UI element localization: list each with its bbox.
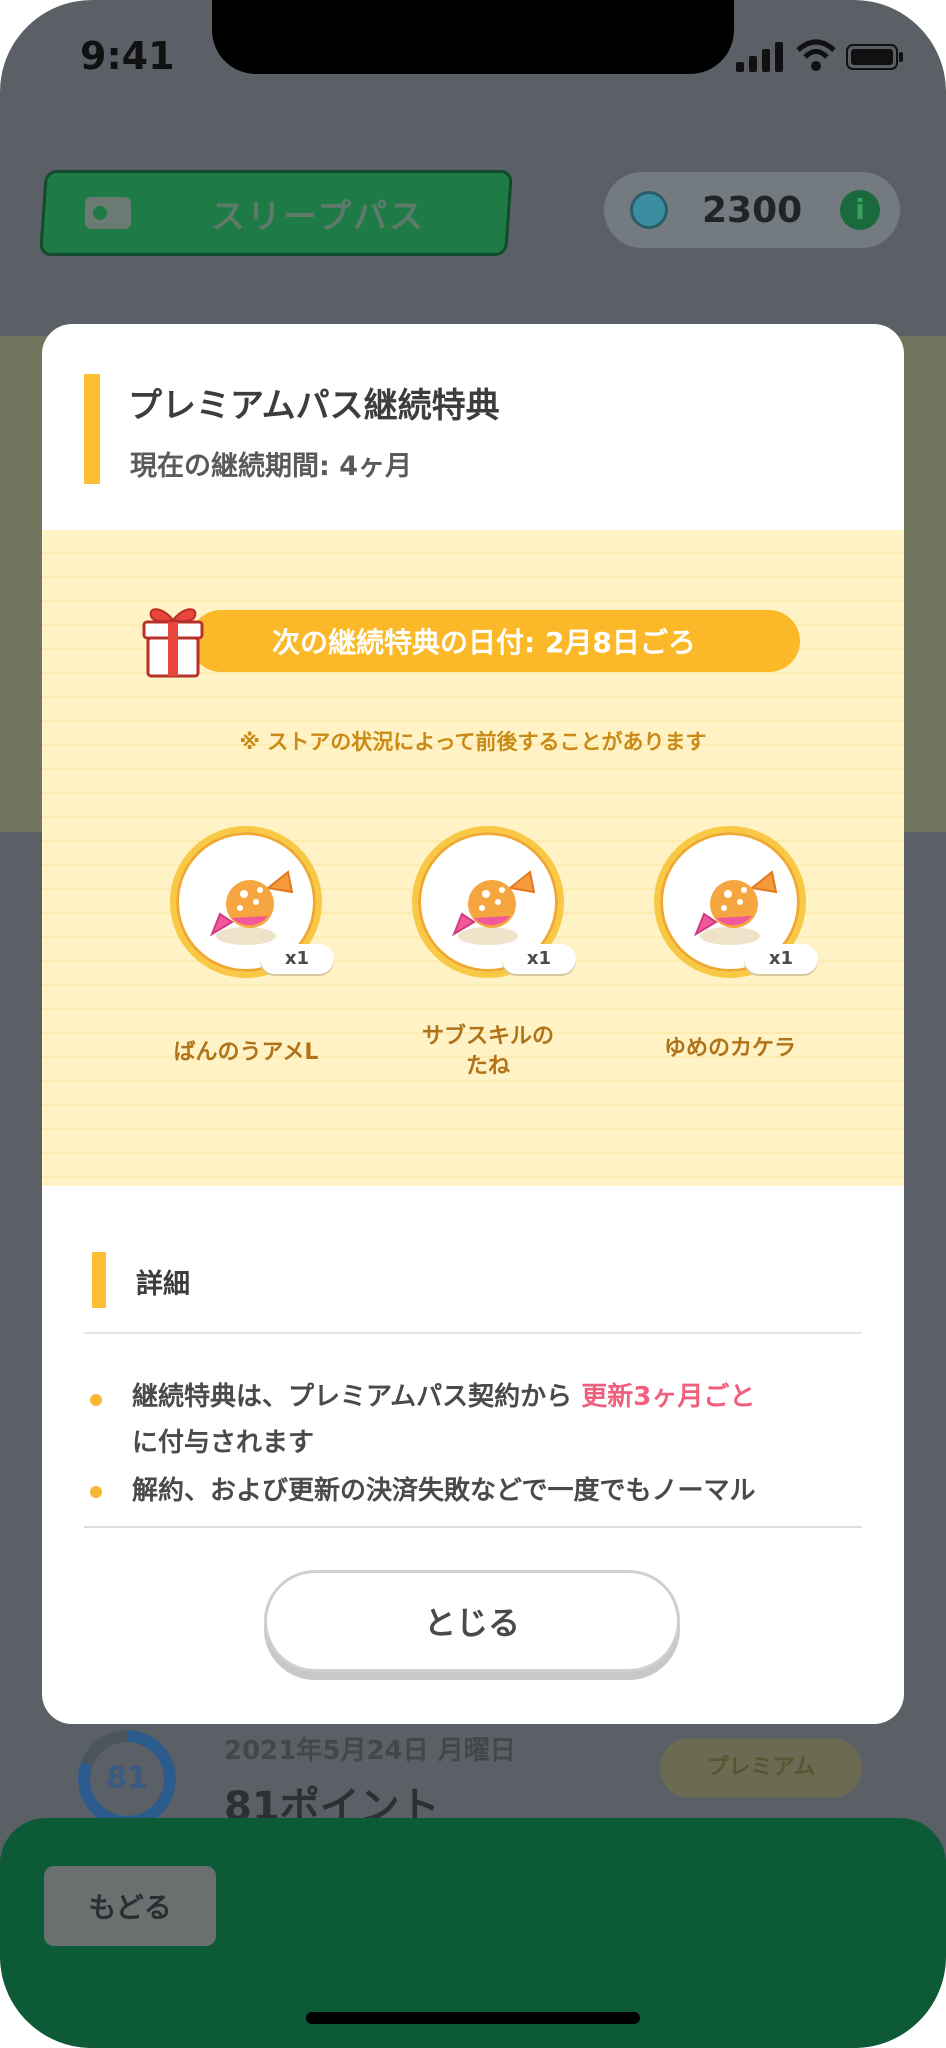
reward-item: x1 ゆめのカケラ [594, 826, 834, 1106]
battery-icon [846, 44, 903, 70]
notch [212, 0, 734, 74]
modal-header: プレミアムパス継続特典 現在の継続期間: 4ヶ月 [42, 324, 904, 530]
reward-item: x1 サブスキルの たね [352, 826, 592, 1106]
rewards-panel: 次の継続特典の日付: 2月8日ごろ ※ ストアの状況によって前後することがありま… [42, 530, 904, 1186]
notice-text: ※ ストアの状況によって前後することがあります [239, 730, 707, 754]
reward-name: ゆめのカケラ [663, 1036, 796, 1061]
score-ring: 81 [78, 1730, 176, 1828]
modal-footer-divider [84, 1526, 862, 1528]
signal-icon [736, 42, 783, 72]
status-bar: 9:41 [0, 0, 946, 120]
status-time: 9:41 [80, 34, 175, 78]
bullet-dot [90, 1394, 102, 1406]
details-title: 詳細 [136, 1269, 190, 1300]
sleep-pass-banner[interactable]: スリープパス [38, 170, 514, 256]
detail-line-continued: に付与されます [132, 1428, 315, 1458]
close-button[interactable]: とじる [264, 1570, 680, 1672]
details-section[interactable]: 詳細 継続特典は、プレミアムパス契約から 更新3ヶ月ごと に付与されます 解約、… [42, 1186, 904, 1508]
premium-pass-modal: プレミアムパス継続特典 現在の継続期間: 4ヶ月 次の継続特典の日付: 2月8日… [42, 324, 904, 1724]
sleep-pass-label: スリープパス [211, 196, 425, 237]
header-accent-bar [84, 374, 100, 484]
candy-icon [693, 870, 778, 945]
gem-icon [630, 191, 668, 229]
reward-name: ばんのうアメL [173, 1040, 319, 1065]
premium-badge: プレミアム [660, 1738, 862, 1798]
reward-item: x1 ばんのうアメL [110, 826, 350, 1106]
detail-1-text: 継続特典は、プレミアムパス契約から [132, 1382, 573, 1412]
next-date-text: 次の継続特典の日付: 2月8日ごろ [272, 626, 696, 659]
quantity-badge: x1 [260, 944, 334, 974]
gift-icon [142, 608, 204, 678]
gem-balance: 2300 i [604, 172, 900, 248]
ticket-icon [85, 197, 131, 229]
home-indicator [306, 2012, 640, 2024]
reward-name-line-1: サブスキルの [421, 1024, 554, 1049]
candy-icon [209, 870, 294, 945]
detail-1-highlight: 更新3ヶ月ごと [581, 1382, 756, 1412]
modal-subtitle: 現在の継続期間: 4ヶ月 [130, 451, 412, 482]
reward-name: サブスキルの たね [352, 1022, 624, 1082]
details-accent-bar [92, 1252, 106, 1308]
candy-icon [451, 870, 536, 945]
wifi-icon [796, 39, 836, 71]
details-divider [84, 1332, 862, 1334]
detail-2-text: 解約、および更新の決済失敗などで一度でもノーマル [132, 1476, 756, 1506]
next-date-bar: 次の継続特典の日付: 2月8日ごろ [190, 610, 800, 672]
bullet-dot [90, 1486, 102, 1498]
score-value: 81 [90, 1742, 164, 1816]
reward-name-line-2: たね [465, 1054, 510, 1079]
modal-title: プレミアムパス継続特典 [128, 386, 500, 426]
quantity-badge: x1 [502, 944, 576, 974]
info-icon[interactable]: i [840, 190, 880, 230]
quantity-badge: x1 [744, 944, 818, 974]
gem-count: 2300 [702, 189, 803, 231]
history-date: 2021年5月24日 月曜日 [224, 1736, 516, 1766]
back-button[interactable]: もどる [44, 1866, 216, 1946]
detail-line: 継続特典は、プレミアムパス契約から 更新3ヶ月ごと [132, 1376, 755, 1413]
phone-screen: 9:41 スリープパス 2300 i 81 2021年5月24日 月曜日 81ポ… [0, 0, 946, 2048]
